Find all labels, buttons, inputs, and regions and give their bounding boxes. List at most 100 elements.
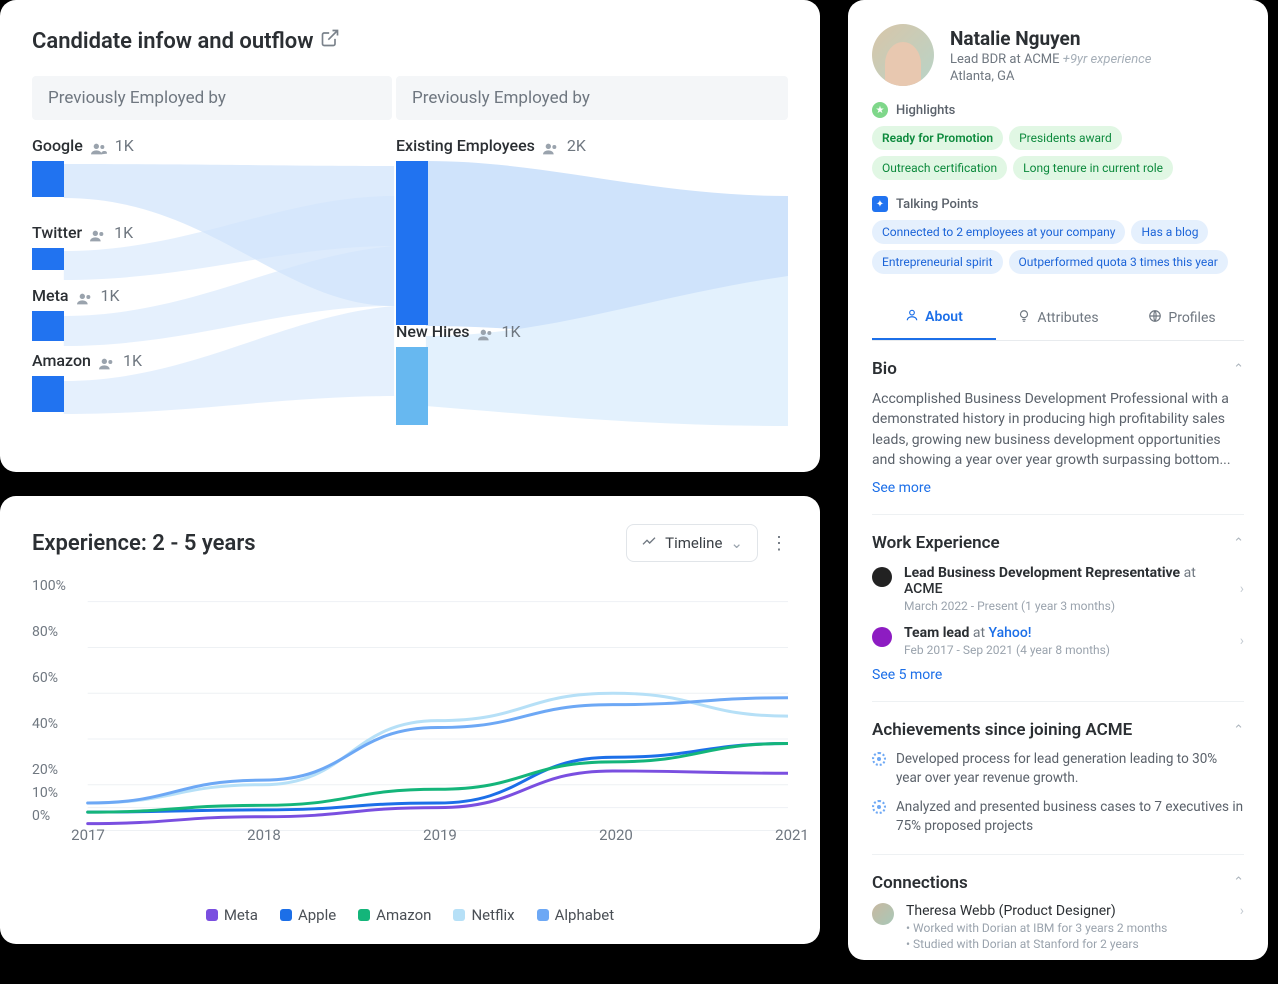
source-count: 1K xyxy=(115,136,134,155)
sankey-title-text: Candidate infow and outflow xyxy=(32,29,314,54)
legend-item[interactable]: Alphabet xyxy=(537,906,615,924)
x-axis-tick: 2017 xyxy=(71,826,105,880)
sparkle-icon xyxy=(872,752,886,766)
sankey-source-amazon: Amazon 1K xyxy=(32,351,232,412)
bio-section: Bio ⌃ Accomplished Business Development … xyxy=(872,341,1244,515)
source-bar xyxy=(32,161,64,197)
x-axis-tick: 2021 xyxy=(775,826,809,880)
dest-count: 1K xyxy=(502,322,521,341)
source-name: Google xyxy=(32,136,83,155)
highlight-pill[interactable]: Outreach certification xyxy=(872,156,1007,180)
sankey-title: Candidate infow and outflow xyxy=(32,28,788,54)
connection-bullet: • Worked with Dorian at IBM for 3 years … xyxy=(906,921,1228,935)
sankey-source-meta: Meta 1K xyxy=(32,286,232,341)
legend-swatch xyxy=(206,909,218,921)
profile-header: Natalie Nguyen Lead BDR at ACME +9yr exp… xyxy=(872,24,1244,86)
tab-attributes[interactable]: Attributes xyxy=(996,296,1120,340)
connection-row[interactable]: Theresa Webb (Product Designer) • Worked… xyxy=(872,903,1244,951)
talking-point-pill[interactable]: Outperformed quota 3 times this year xyxy=(1009,250,1228,274)
more-options-button[interactable]: ⋮ xyxy=(770,533,788,554)
source-count: 1K xyxy=(123,351,142,370)
experience-title: Team lead at Yahoo! xyxy=(904,625,1228,641)
see-more-link[interactable]: See more xyxy=(872,480,931,496)
talking-label: ✦ Talking Points xyxy=(872,196,1244,212)
bio-title: Bio xyxy=(872,359,897,379)
talking-point-pill[interactable]: Entrepreneurial spirit xyxy=(872,250,1003,274)
sankey-source-google: Google 1K xyxy=(32,136,232,197)
talking-point-pill[interactable]: Connected to 2 employees at your company xyxy=(872,220,1125,244)
tab-profiles[interactable]: Profiles xyxy=(1120,296,1244,340)
sankey-card: Candidate infow and outflow Previously E… xyxy=(0,0,820,472)
chevron-right-icon: › xyxy=(1240,633,1244,649)
dest-name: Existing Employees xyxy=(396,136,535,155)
x-axis-tick: 2019 xyxy=(423,826,457,880)
bulb-icon xyxy=(1017,309,1031,327)
legend-item[interactable]: Netflix xyxy=(453,906,514,924)
highlights-label: ★ Highlights xyxy=(872,102,1244,118)
line-chart-card: Experience: 2 - 5 years Timeline ⌄ ⋮ 0%1… xyxy=(0,496,820,944)
experience-meta: March 2022 - Present (1 year 3 months) xyxy=(904,599,1228,613)
line-chart: 0%10%20%40%60%80%100%2017201820192020202… xyxy=(32,586,788,876)
person-icon xyxy=(905,308,919,326)
collapse-icon[interactable]: ⌃ xyxy=(1233,723,1244,738)
experience-meta: Feb 2017 - Sep 2021 (4 year 8 months) xyxy=(904,643,1228,657)
source-count: 1K xyxy=(114,223,133,242)
timeline-label: Timeline xyxy=(665,534,722,552)
experience-title: Lead Business Development Representative… xyxy=(904,565,1228,597)
y-axis-tick: 60% xyxy=(32,670,58,686)
collapse-icon[interactable]: ⌃ xyxy=(1233,875,1244,890)
star-icon: ★ xyxy=(872,102,888,118)
timeline-dropdown[interactable]: Timeline ⌄ xyxy=(626,524,758,562)
sankey-source-twitter: Twitter 1K xyxy=(32,223,232,270)
line-chart-title: Experience: 2 - 5 years xyxy=(32,531,256,556)
work-experience-section: Work Experience ⌃ Lead Business Developm… xyxy=(872,515,1244,702)
source-bar xyxy=(32,248,64,270)
legend-swatch xyxy=(537,909,549,921)
experience-row[interactable]: Team lead at Yahoo! Feb 2017 - Sep 2021 … xyxy=(872,625,1244,657)
legend-item[interactable]: Apple xyxy=(280,906,336,924)
collapse-icon[interactable]: ⌃ xyxy=(1233,362,1244,377)
connections-title: Connections xyxy=(872,873,968,893)
legend-item[interactable]: Meta xyxy=(206,906,258,924)
people-icon xyxy=(99,355,115,367)
external-link-icon[interactable] xyxy=(320,28,340,54)
tab-about[interactable]: About xyxy=(872,296,996,340)
achievement-row: Analyzed and presented business cases to… xyxy=(872,798,1244,836)
legend-item[interactable]: Amazon xyxy=(358,906,431,924)
dest-name: New Hires xyxy=(396,322,470,341)
source-name: Amazon xyxy=(32,351,91,370)
achievements-section: Achievements since joining ACME ⌃ Develo… xyxy=(872,702,1244,855)
highlight-pill[interactable]: Ready for Promotion xyxy=(872,126,1003,150)
talking-point-pill[interactable]: Has a blog xyxy=(1131,220,1208,244)
sankey-dest-existing: Existing Employees 2K xyxy=(396,136,616,325)
chat-icon: ✦ xyxy=(872,196,888,212)
y-axis-tick: 100% xyxy=(32,578,66,594)
experience-row[interactable]: Lead Business Development Representative… xyxy=(872,565,1244,613)
y-axis-tick: 10% xyxy=(32,785,58,801)
people-icon xyxy=(478,326,494,338)
see-5-more-link[interactable]: See 5 more xyxy=(872,667,942,683)
company-logo xyxy=(872,567,892,587)
legend-swatch xyxy=(453,909,465,921)
bio-text: Accomplished Business Development Profes… xyxy=(872,389,1244,470)
y-axis-tick: 80% xyxy=(32,624,58,640)
legend: Meta Apple Amazon Netflix Alphabet xyxy=(32,906,788,924)
people-icon xyxy=(77,290,93,302)
people-icon xyxy=(91,140,107,152)
highlight-pill[interactable]: Presidents award xyxy=(1009,126,1122,150)
profile-card: Natalie Nguyen Lead BDR at ACME +9yr exp… xyxy=(848,0,1268,960)
x-axis-tick: 2018 xyxy=(247,826,281,880)
line-chart-svg xyxy=(32,586,788,876)
dest-bar xyxy=(396,347,428,425)
company-logo xyxy=(872,627,892,647)
work-title: Work Experience xyxy=(872,533,1000,553)
sankey-header-right: Previously Employed by xyxy=(396,76,788,120)
achievement-row: Developed process for lead generation le… xyxy=(872,750,1244,788)
collapse-icon[interactable]: ⌃ xyxy=(1233,536,1244,551)
people-icon xyxy=(543,140,559,152)
legend-swatch xyxy=(280,909,292,921)
highlight-pill[interactable]: Long tenure in current role xyxy=(1013,156,1173,180)
chart-line-icon xyxy=(641,533,657,553)
chevron-down-icon: ⌄ xyxy=(730,534,743,552)
source-name: Meta xyxy=(32,286,69,305)
